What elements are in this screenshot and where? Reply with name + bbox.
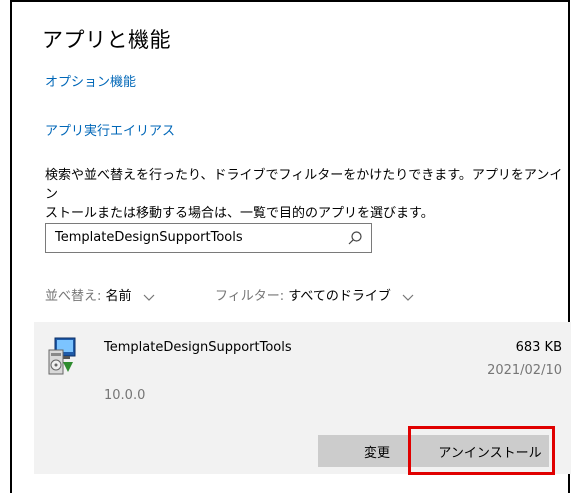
description-text: 検索や並べ替えを行ったり、ドライブでフィルターをかけたりできます。アプリをアンイ… (45, 166, 571, 223)
filter-value: すべてのドライブ (288, 289, 391, 304)
search-icon[interactable] (347, 230, 363, 246)
app-install-date: 2021/02/10 (487, 363, 562, 378)
chevron-down-icon (402, 294, 414, 301)
app-size: 683 KB (515, 340, 562, 355)
sort-label: 並べ替え: (45, 289, 106, 304)
filter-dropdown[interactable]: フィルター: すべてのドライブ (215, 285, 415, 304)
settings-window: アプリと機能 オプション機能 アプリ実行エイリアス 検索や並べ替えを行ったり、ド… (10, 0, 571, 493)
description-line: 検索や並べ替えを行ったり、ドライブでフィルターをかけたりできます。アプリをアンイ… (45, 168, 563, 202)
uninstall-highlight-box (408, 426, 555, 475)
optional-features-link[interactable]: オプション機能 (45, 71, 136, 90)
description-line: ストールまたは移動する場合は、一覧で目的のアプリを選びます。 (45, 206, 434, 221)
search-input[interactable]: TemplateDesignSupportTools (45, 223, 372, 253)
chevron-down-icon (143, 294, 155, 301)
app-version: 10.0.0 (104, 388, 146, 403)
installer-icon (48, 337, 76, 375)
sort-dropdown[interactable]: 並べ替え: 名前 (45, 285, 156, 304)
search-value: TemplateDesignSupportTools (55, 230, 243, 245)
page-title: アプリと機能 (42, 28, 171, 52)
app-execution-aliases-link[interactable]: アプリ実行エイリアス (45, 120, 175, 139)
app-name: TemplateDesignSupportTools (104, 340, 292, 355)
filter-label: フィルター: (215, 289, 289, 304)
sort-value: 名前 (105, 289, 132, 304)
